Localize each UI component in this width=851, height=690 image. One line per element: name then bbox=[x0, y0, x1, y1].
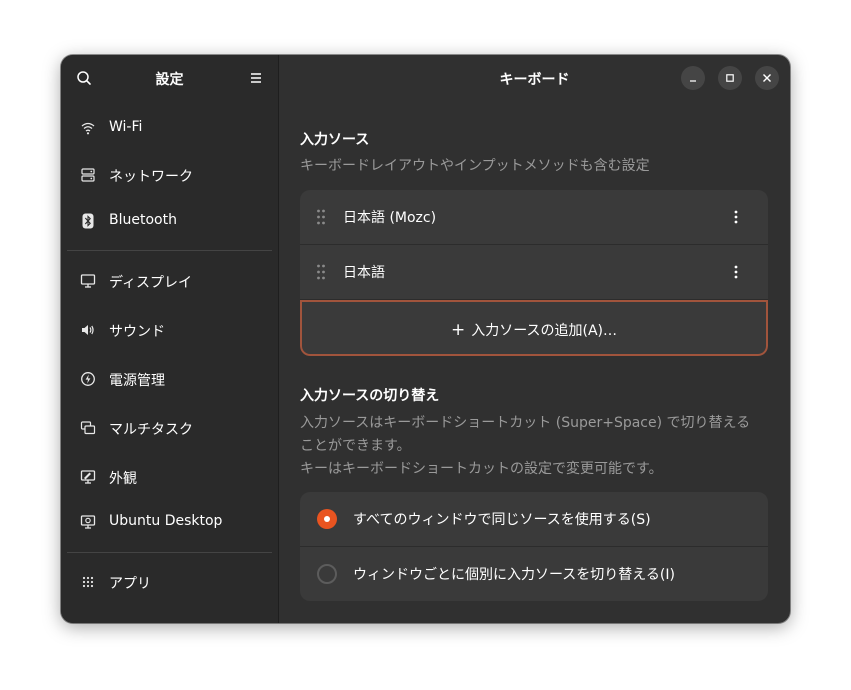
sidebar-item-sound[interactable]: サウンド bbox=[67, 313, 272, 347]
wifi-icon bbox=[81, 122, 95, 135]
switching-option-label: すべてのウィンドウで同じソースを使用する(S) bbox=[353, 512, 651, 528]
sidebar-item-label: 電源管理 bbox=[109, 373, 165, 389]
appearance-icon bbox=[80, 470, 96, 484]
more-options-icon[interactable] bbox=[728, 264, 744, 280]
bluetooth-icon bbox=[82, 213, 94, 229]
sidebar-item-apps[interactable]: アプリ bbox=[67, 565, 272, 599]
switching-description: 入力ソースはキーボードショートカット (Super+Space) で切り替える … bbox=[300, 412, 770, 481]
sidebar-item-label: サウンド bbox=[109, 324, 165, 340]
switching-option-same-source[interactable]: すべてのウィンドウで同じソースを使用する(S) bbox=[300, 492, 768, 546]
power-icon bbox=[81, 372, 95, 386]
sidebar-item-wifi[interactable]: Wi-Fi bbox=[67, 111, 272, 145]
sidebar-item-label: Ubuntu Desktop bbox=[109, 513, 223, 529]
switching-description-line: ことができます。 bbox=[300, 438, 411, 454]
input-source-label: 日本語 (Mozc) bbox=[343, 210, 437, 226]
main-menu-button[interactable] bbox=[245, 67, 267, 89]
sidebar-item-label: ディスプレイ bbox=[109, 275, 193, 291]
ubuntu-desktop-icon bbox=[80, 515, 96, 529]
speaker-icon bbox=[82, 325, 94, 335]
input-source-label: 日本語 bbox=[343, 265, 385, 281]
close-button[interactable] bbox=[755, 66, 779, 90]
sidebar-item-label: Bluetooth bbox=[109, 212, 177, 228]
sidebar-item-network[interactable]: ネットワーク bbox=[67, 158, 272, 192]
minimize-icon bbox=[690, 80, 696, 82]
switching-options-list: すべてのウィンドウで同じソースを使用する(S) ウィンドウごとに個別に入力ソース… bbox=[300, 492, 768, 601]
sidebar-header: 設定 bbox=[61, 55, 278, 101]
multitasking-icon bbox=[80, 421, 96, 435]
sidebar-item-multitasking[interactable]: マルチタスク bbox=[67, 411, 272, 445]
minimize-button[interactable] bbox=[681, 66, 705, 90]
apps-grid-icon bbox=[82, 576, 94, 588]
network-icon bbox=[81, 168, 95, 182]
switching-description-line: キーはキーボードショートカットの設定で変更可能です。 bbox=[300, 461, 663, 477]
sidebar-item-bluetooth[interactable]: Bluetooth bbox=[67, 204, 272, 238]
maximize-button[interactable] bbox=[718, 66, 742, 90]
add-input-source-content: + 入力ソースの追加(A)… bbox=[302, 320, 766, 340]
add-input-source-label: 入力ソースの追加(A)… bbox=[471, 323, 618, 339]
display-icon bbox=[80, 274, 96, 288]
input-source-row[interactable]: 日本語 bbox=[300, 245, 768, 300]
sidebar-item-label: マルチタスク bbox=[109, 422, 193, 438]
input-sources-subtitle: キーボードレイアウトやインプットメソッドも含む設定 bbox=[300, 158, 650, 174]
page-title: キーボード bbox=[499, 72, 570, 88]
add-input-source-button[interactable]: + 入力ソースの追加(A)… bbox=[300, 300, 768, 356]
input-sources-list: 日本語 (Mozc) 日本語 + 入力ソースの追加(A)… bbox=[300, 190, 768, 356]
sidebar-item-ubuntu-desktop[interactable]: Ubuntu Desktop bbox=[67, 505, 272, 539]
sidebar-item-display[interactable]: ディスプレイ bbox=[67, 264, 272, 298]
switching-description-line: 入力ソースはキーボードショートカット (Super+Space) で切り替える bbox=[300, 415, 751, 431]
sidebar-item-power[interactable]: 電源管理 bbox=[67, 362, 272, 396]
radio-button-checked[interactable] bbox=[317, 509, 337, 529]
sidebar-item-label: Wi-Fi bbox=[109, 119, 143, 135]
radio-button-unchecked[interactable] bbox=[317, 564, 337, 584]
maximize-icon bbox=[726, 74, 734, 82]
sidebar-item-label: ネットワーク bbox=[109, 169, 193, 185]
content-pane: キーボード 入力ソース キーボードレイアウトやインプットメソッドも含む設定 日本… bbox=[279, 55, 790, 623]
sidebar: 設定 Wi-Fi ネットワーク Bluetooth ディスプレイ サウンド 電源… bbox=[61, 55, 279, 623]
close-icon bbox=[763, 74, 771, 82]
hamburger-menu-icon bbox=[251, 73, 261, 83]
input-source-row[interactable]: 日本語 (Mozc) bbox=[300, 190, 768, 245]
sidebar-item-label: 外観 bbox=[109, 471, 137, 487]
sidebar-item-label: アプリ bbox=[109, 576, 151, 592]
switching-title: 入力ソースの切り替え bbox=[300, 388, 440, 404]
more-options-icon[interactable] bbox=[728, 209, 744, 225]
sidebar-divider bbox=[67, 552, 272, 553]
sidebar-divider bbox=[67, 250, 272, 251]
input-sources-title: 入力ソース bbox=[300, 132, 370, 148]
plus-icon: + bbox=[450, 320, 466, 340]
settings-window: 設定 Wi-Fi ネットワーク Bluetooth ディスプレイ サウンド 電源… bbox=[61, 55, 790, 623]
switching-option-label: ウィンドウごとに個別に入力ソースを切り替える(I) bbox=[353, 567, 675, 583]
switching-option-per-window[interactable]: ウィンドウごとに個別に入力ソースを切り替える(I) bbox=[300, 546, 768, 601]
sidebar-item-appearance[interactable]: 外観 bbox=[67, 460, 272, 494]
drag-handle-icon[interactable] bbox=[316, 264, 326, 280]
drag-handle-icon[interactable] bbox=[316, 209, 326, 225]
